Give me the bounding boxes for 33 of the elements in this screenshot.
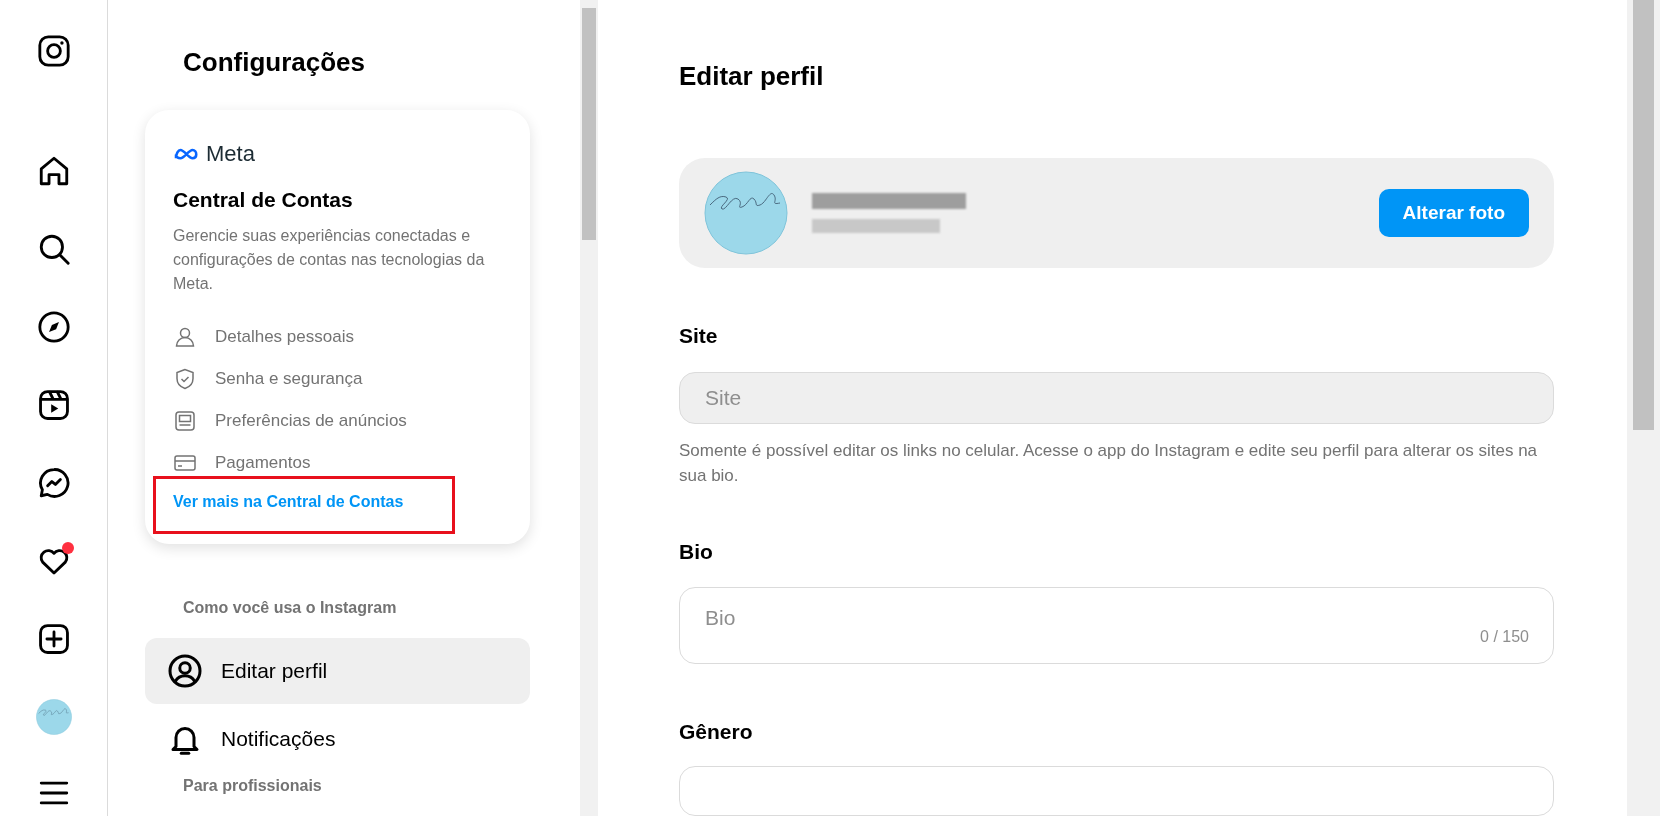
card-description: Gerencie suas experiências conectadas e configurações de contas nas tecnologias da Meta.: [173, 226, 486, 294]
character-counter: 0 / 150: [1480, 627, 1529, 648]
brand-name: Meta: [206, 142, 255, 166]
bio-field[interactable]: Bio 0 / 150: [679, 587, 1554, 665]
user-circle-icon: [167, 653, 203, 689]
gender-field[interactable]: [679, 765, 1554, 816]
settings-title: Configurações: [182, 46, 367, 79]
account-settings-item[interactable]: Pagamentos: [173, 442, 502, 484]
field-label: Gênero: [679, 719, 754, 746]
scrollbar-thumb[interactable]: [1633, 0, 1654, 430]
scrollbar-thumb[interactable]: [582, 8, 596, 240]
instagram-logo-icon[interactable]: [36, 34, 71, 68]
section-heading: Como você usa o Instagram: [182, 598, 398, 618]
play-video-icon[interactable]: [36, 388, 71, 422]
screen-icon: [173, 409, 197, 433]
settings-menu-item[interactable]: Editar perfil: [145, 638, 530, 704]
section-heading: Para profissionais: [182, 776, 323, 796]
account-settings-item[interactable]: Senha e segurança: [173, 358, 502, 400]
placeholder-text: Bio: [705, 605, 736, 632]
card-title: Central de Contas: [173, 187, 354, 213]
person-icon: [173, 325, 197, 349]
add-icon[interactable]: [36, 622, 71, 656]
field-label: Site: [679, 323, 719, 350]
field-label: Bio: [679, 538, 714, 565]
chat-bubble-icon[interactable]: [36, 466, 71, 500]
compass-icon[interactable]: [36, 310, 71, 344]
shield-icon: [173, 367, 197, 391]
help-text: Somente é possível editar os links no celular. Acesse o app do Instagram e edite seu perfil para alterar os sites na sua bio.: [679, 439, 1539, 487]
account-settings-item[interactable]: Preferências de anúncios: [173, 400, 502, 442]
account-settings-item[interactable]: Detalhes pessoais: [173, 316, 502, 358]
change-photo-button[interactable]: Alterar foto: [1378, 189, 1529, 238]
page-title: Editar perfil: [679, 60, 825, 93]
accounts-center-link[interactable]: Ver mais na Central de Contas: [173, 490, 404, 514]
